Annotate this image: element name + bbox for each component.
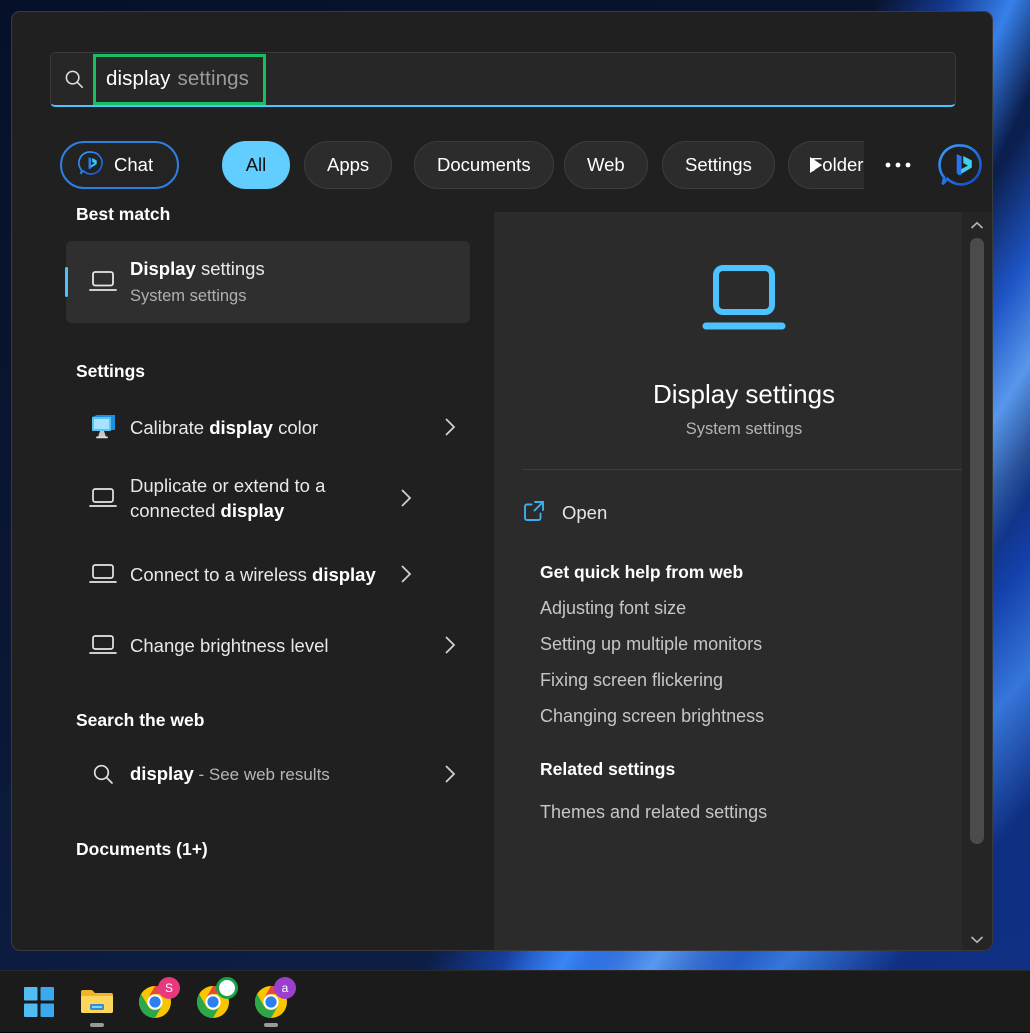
result-calibrate-display-color[interactable]: Calibrate display color <box>66 394 470 460</box>
chevron-right-icon[interactable] <box>430 635 470 655</box>
more-options-icon[interactable] <box>874 141 922 189</box>
chrome-profile-badge: a <box>274 977 296 999</box>
documents-heading: Documents (1+) <box>12 839 482 860</box>
bing-chat-icon <box>78 150 104 181</box>
preview-hero: Display settings System settings <box>494 212 993 439</box>
monitor-icon <box>76 485 130 511</box>
running-indicator <box>90 1023 104 1027</box>
chrome-button-2[interactable] <box>184 971 242 1033</box>
search-the-web-heading: Search the web <box>12 710 482 731</box>
item-label-pre: Calibrate <box>130 417 209 438</box>
external-link-icon <box>522 499 546 528</box>
preview-scrollbar[interactable] <box>962 212 992 951</box>
filter-chip-all-label: All <box>246 154 267 176</box>
web-help-link[interactable]: Adjusting font size <box>494 583 993 619</box>
search-results-list: Best match Display settings System setti… <box>12 204 482 951</box>
filter-chip-web-label: Web <box>587 154 625 176</box>
result-best-match-display-settings[interactable]: Display settings System settings <box>66 241 470 323</box>
monitor-icon <box>76 632 130 658</box>
filter-chip-chat-label: Chat <box>114 154 153 176</box>
running-indicator <box>264 1023 278 1027</box>
scrollbar-track[interactable] <box>970 238 984 926</box>
filter-chip-all[interactable]: All <box>222 141 290 189</box>
chevron-right-icon[interactable] <box>386 564 426 584</box>
best-match-heading: Best match <box>12 204 482 225</box>
filter-chip-settings-label: Settings <box>685 154 752 176</box>
windows-search-panel: display settings Chat All Apps <box>11 11 993 951</box>
settings-heading: Settings <box>12 361 482 382</box>
chevron-right-icon[interactable] <box>430 764 470 784</box>
open-button-label: Open <box>562 502 607 524</box>
start-button[interactable] <box>10 971 68 1033</box>
open-button[interactable]: Open <box>522 482 974 544</box>
web-help-link[interactable]: Setting up multiple monitors <box>494 619 993 655</box>
chevron-right-icon[interactable] <box>386 488 426 508</box>
chrome-button-1[interactable]: S <box>126 971 184 1033</box>
chrome-profile-badge <box>216 977 238 999</box>
result-duplicate-extend-display[interactable]: Duplicate or extend to a connected displ… <box>66 460 470 536</box>
related-settings-heading: Related settings <box>494 727 993 780</box>
web-help-link[interactable]: Fixing screen flickering <box>494 655 993 691</box>
web-help-link[interactable]: Changing screen brightness <box>494 691 993 727</box>
chevron-right-icon[interactable] <box>430 417 470 437</box>
chrome-button-3[interactable]: a <box>242 971 300 1033</box>
web-help-heading: Get quick help from web <box>494 544 993 583</box>
best-match-subtitle: System settings <box>130 284 470 309</box>
preview-divider <box>522 469 966 470</box>
filter-chip-bar: Chat All Apps Documents Web Settings Fol… <box>50 130 956 202</box>
preview-panel: Display settings System settings Open Ge… <box>494 212 993 951</box>
web-query-text: display <box>130 763 194 784</box>
scrollbar-thumb[interactable] <box>970 238 984 844</box>
result-connect-wireless-display[interactable]: Connect to a wireless display <box>66 536 470 612</box>
laptop-display-icon <box>694 335 794 352</box>
chrome-profile-badge: S <box>158 977 180 999</box>
filter-chip-documents[interactable]: Documents <box>414 141 554 189</box>
filter-chip-apps-label: Apps <box>327 154 369 176</box>
bing-logo-icon[interactable] <box>934 141 988 189</box>
web-suffix-text: - See web results <box>194 765 330 784</box>
related-settings-link[interactable]: Themes and related settings <box>494 780 993 823</box>
search-autocomplete-suggestion: settings <box>178 67 249 91</box>
search-icon <box>76 762 130 786</box>
filter-chip-settings[interactable]: Settings <box>662 141 775 189</box>
filter-chip-web[interactable]: Web <box>564 141 648 189</box>
preview-subtitle: System settings <box>494 420 993 439</box>
chevron-down-icon[interactable] <box>962 926 992 951</box>
search-input-value: display <box>106 67 171 91</box>
file-explorer-button[interactable] <box>68 971 126 1033</box>
result-web-search-display[interactable]: display - See web results <box>66 741 470 807</box>
taskbar: S a <box>0 970 1030 1032</box>
next-arrow-icon[interactable] <box>792 141 840 189</box>
monitor-icon <box>76 269 130 295</box>
filter-chip-chat[interactable]: Chat <box>60 141 179 189</box>
selection-indicator <box>65 267 68 297</box>
best-match-title-bold: Display <box>130 258 196 279</box>
search-icon <box>51 68 97 90</box>
search-query-highlight[interactable]: display settings <box>93 54 266 105</box>
filter-chip-apps[interactable]: Apps <box>304 141 392 189</box>
preview-title: Display settings <box>494 379 993 410</box>
filter-chip-documents-label: Documents <box>437 154 531 176</box>
chevron-up-icon[interactable] <box>962 212 992 238</box>
color-monitor-icon <box>76 413 130 441</box>
result-change-brightness-level[interactable]: Change brightness level <box>66 612 470 678</box>
search-box[interactable]: display settings <box>50 52 956 107</box>
best-match-title-rest: settings <box>196 258 265 279</box>
monitor-icon <box>76 561 130 587</box>
